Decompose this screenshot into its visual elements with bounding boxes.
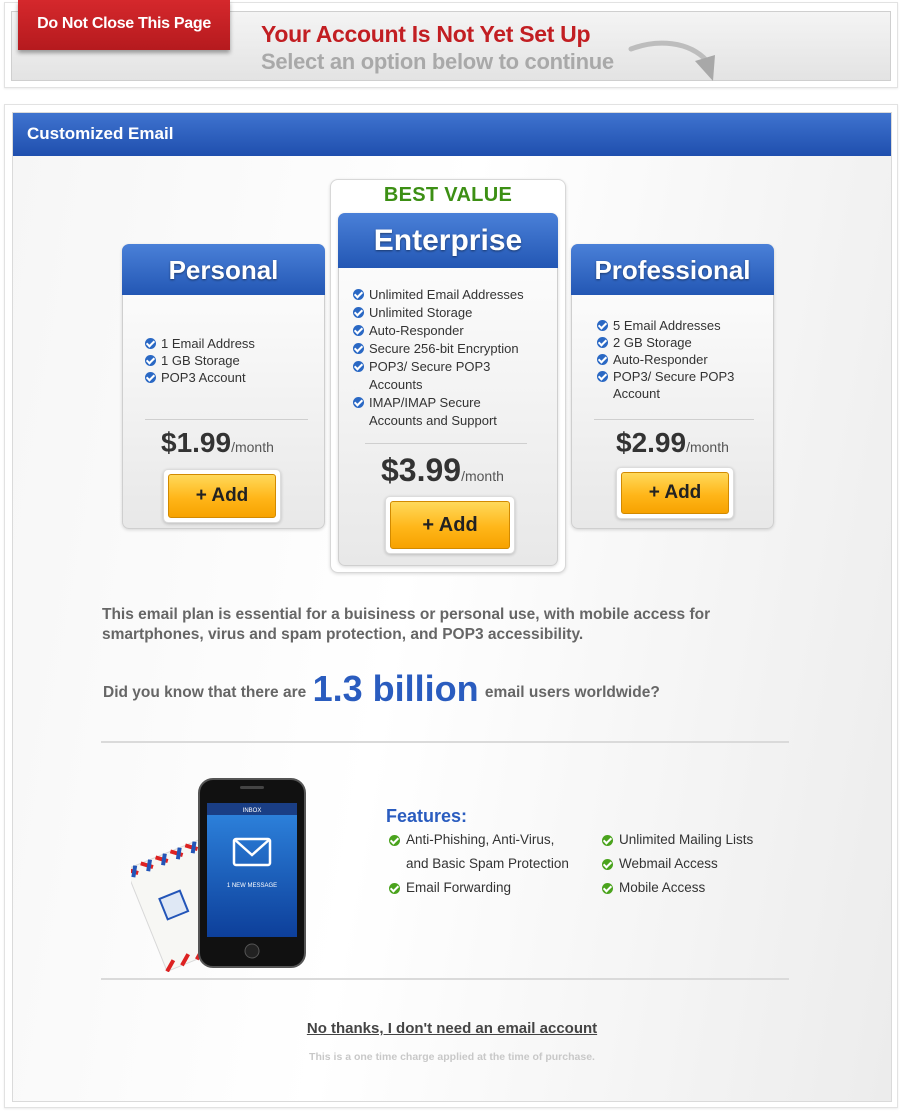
add-button-frame: + Add [163,469,281,523]
feature-item: Unlimited Mailing Lists [619,832,754,847]
check-icon [353,289,364,300]
add-professional-button[interactable]: + Add [621,472,729,514]
plan-name-professional: Professional [571,244,774,295]
plan-feature: 5 Email Addresses [597,317,767,334]
check-icon [353,397,364,408]
feature-item: Email Forwarding [406,880,512,895]
plan-feature: 2 GB Storage [597,334,767,351]
check-icon [145,372,156,383]
check-icon [597,371,608,382]
plan-features-personal: 1 Email Address 1 GB Storage POP3 Accoun… [145,335,320,386]
section-header: Customized Email [13,113,891,156]
best-value-label: BEST VALUE [383,184,513,206]
check-icon [353,343,364,354]
email-offer-content: Customized Email Personal 1 Email Addres… [12,112,892,1102]
email-users-fact: Did you know that there are 1.3 billion … [103,668,660,710]
phone-screen-message: 1 NEW MESSAGE [227,883,277,889]
check-icon [597,337,608,348]
feature-item: and Basic Spam Protection [406,856,569,871]
plan-feature: 1 Email Address [145,335,320,352]
plan-feature: POP3/ Secure POP3 Accounts [353,358,513,394]
section-divider [101,978,789,980]
add-button-frame: + Add [616,467,734,519]
plan-feature: Secure 256-bit Encryption [353,340,553,358]
email-offer-panel: Customized Email Personal 1 Email Addres… [4,104,898,1108]
check-icon [389,883,400,894]
card-divider [145,419,308,420]
plan-features-enterprise: Unlimited Email Addresses Unlimited Stor… [353,286,553,430]
check-icon [597,320,608,331]
plan-name-personal: Personal [122,244,325,295]
check-icon [597,354,608,365]
section-divider [101,741,789,743]
check-icon [602,883,613,894]
phone-screen-header: INBOX [243,808,262,814]
card-divider [594,419,754,420]
plan-card-professional: Professional 5 Email Addresses 2 GB Stor… [571,244,774,529]
plan-card-enterprise: Enterprise Unlimited Email Addresses Unl… [338,213,558,566]
phone-envelope-illustration: INBOX 1 NEW MESSAGE [131,778,306,972]
plan-price-enterprise: $3.99/month [381,452,504,488]
check-icon [353,325,364,336]
check-icon [389,835,400,846]
plan-feature: IMAP/IMAP Secure Accounts and Support [353,394,523,430]
plan-feature: POP3/ Secure POP3 Account [597,368,747,402]
feature-item: Webmail Access [619,856,718,871]
best-value-frame: BEST VALUE Enterprise Unlimited Email Ad… [330,179,566,573]
plan-card-personal: Personal 1 Email Address 1 GB Storage PO… [122,244,325,529]
features-title: Features: [386,806,468,826]
fact-suffix: email users worldwide? [484,684,660,701]
feature-item: Anti-Phishing, Anti-Virus, [406,832,555,847]
do-not-close-tag: Do Not Close This Page [18,0,230,50]
plan-feature: Unlimited Storage [353,304,553,322]
fact-prefix: Did you know that there are [103,684,307,701]
plan-feature: Auto-Responder [353,322,553,340]
decline-email-link[interactable]: No thanks, I don't need an email account [13,1020,891,1037]
add-personal-button[interactable]: + Add [168,474,276,518]
plan-feature: 1 GB Storage [145,352,320,369]
check-icon [145,338,156,349]
charge-footnote: This is a one time charge applied at the… [309,1051,595,1063]
plan-feature: Auto-Responder [597,351,767,368]
card-divider [365,443,527,444]
add-button-frame: + Add [385,496,515,554]
plan-features-professional: 5 Email Addresses 2 GB Storage Auto-Resp… [597,317,767,402]
check-icon [353,307,364,318]
plan-price-personal: $1.99/month [161,427,274,458]
fact-highlight: 1.3 billion [312,668,479,709]
check-icon [602,859,613,870]
check-icon [353,361,364,372]
add-enterprise-button[interactable]: + Add [390,501,510,549]
plan-name-enterprise: Enterprise [338,213,558,268]
check-icon [602,835,613,846]
plan-feature: POP3 Account [145,369,320,386]
feature-item: Mobile Access [619,880,706,895]
plan-description: This email plan is essential for a buisi… [102,606,711,643]
banner-title: Your Account Is Not Yet Set Up [261,21,591,47]
plan-feature: Unlimited Email Addresses [353,286,553,304]
plan-price-professional: $2.99/month [616,427,729,458]
curved-arrow-icon [628,40,715,81]
check-icon [145,355,156,366]
banner-subtitle: Select an option below to continue [261,49,614,74]
